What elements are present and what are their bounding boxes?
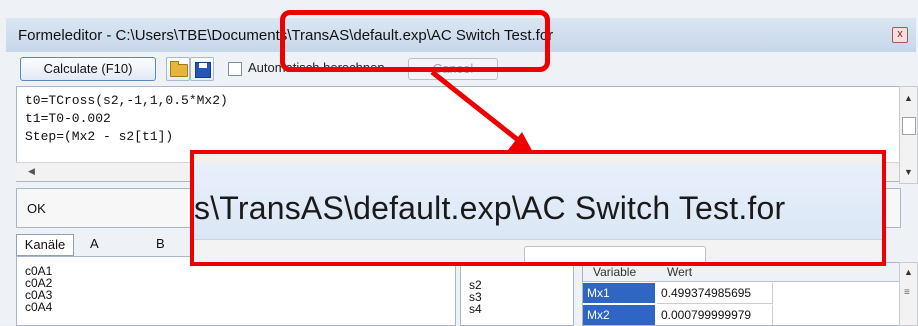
zoomed-title-text: s\TransAS\default.exp\AC Switch Test.for <box>194 190 786 226</box>
zoomed-title-callout: s\TransAS\default.exp\AC Switch Test.for <box>190 150 886 266</box>
